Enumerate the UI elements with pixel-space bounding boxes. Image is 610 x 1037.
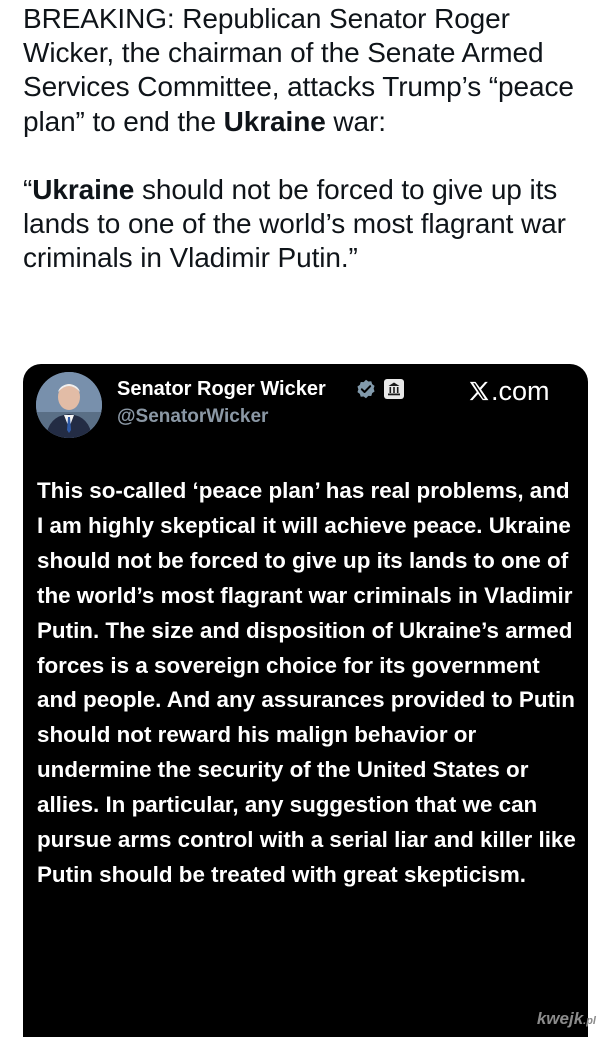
author-name[interactable]: Senator Roger Wicker	[117, 377, 326, 401]
government-building-icon	[384, 379, 404, 399]
avatar[interactable]	[36, 372, 102, 438]
x-logo-icon	[469, 381, 489, 401]
post-header-area: BREAKING: Republican Senator Roger Wicke…	[0, 0, 610, 364]
post-text-segment: “	[23, 173, 33, 205]
source-label: .com	[468, 375, 550, 407]
post-paragraph-2: “Ukraine should not be forced to give up…	[23, 173, 593, 276]
avatar-portrait-icon	[36, 372, 102, 438]
post-text-bold: Ukraine	[32, 173, 135, 205]
source-domain: .com	[491, 376, 550, 406]
post-text: BREAKING: Republican Senator Roger Wicke…	[23, 2, 593, 275]
watermark-suffix: .pl	[583, 1015, 596, 1027]
post-text-bold: Ukraine	[223, 105, 326, 137]
post-text-segment: war:	[325, 105, 386, 137]
verified-badge-icon	[357, 379, 375, 399]
post-paragraph-1: BREAKING: Republican Senator Roger Wicke…	[23, 2, 593, 139]
tweet-body: This so-called ‘peace plan’ has real pro…	[37, 478, 576, 887]
watermark: kwejk.pl	[537, 1009, 596, 1029]
embedded-tweet-screenshot: Senator Roger Wicker @SenatorWicker .com…	[23, 364, 588, 1037]
watermark-text: kwejk	[536, 1009, 584, 1028]
author-handle[interactable]: @SenatorWicker	[117, 405, 268, 429]
